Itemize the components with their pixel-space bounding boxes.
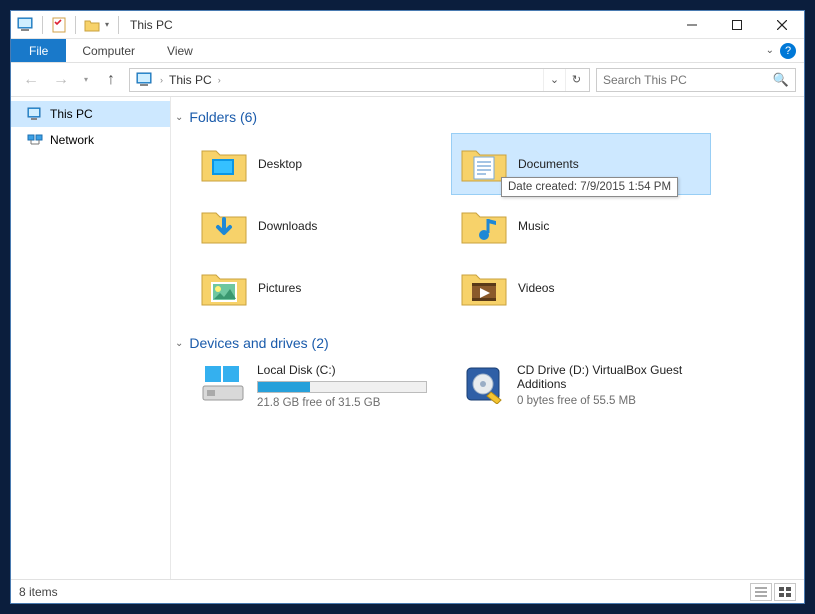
search-icon[interactable]: 🔍	[773, 72, 789, 88]
navigation-pane: This PC Network	[11, 97, 171, 579]
videos-folder-icon	[460, 267, 508, 309]
folder-label: Music	[518, 219, 549, 233]
folders-group: ⌄ Folders (6) Desktop Documents	[171, 105, 796, 319]
minimize-button[interactable]	[669, 11, 714, 39]
file-tab[interactable]: File	[11, 39, 66, 62]
chevron-down-icon: ⌄	[175, 112, 183, 123]
view-switcher	[750, 583, 796, 601]
separator	[75, 16, 76, 34]
help-icon[interactable]: ?	[780, 43, 796, 59]
status-text: 8 items	[19, 585, 58, 599]
capacity-bar	[257, 381, 427, 393]
address-bar[interactable]: › This PC › ⌄ ↻	[129, 68, 590, 92]
body: This PC Network ⌄ Folders (6)	[11, 97, 804, 579]
drive-info: Local Disk (C:) 21.8 GB free of 31.5 GB	[257, 363, 443, 409]
titlebar: ▾ This PC	[11, 11, 804, 39]
search-box[interactable]: 🔍	[596, 68, 796, 92]
drive-sublabel: 21.8 GB free of 31.5 GB	[257, 397, 443, 409]
expand-ribbon-icon[interactable]: ⌄	[766, 45, 774, 56]
music-folder-icon	[460, 205, 508, 247]
folders-group-header[interactable]: ⌄ Folders (6)	[171, 105, 796, 133]
folders-items: Desktop Documents Downloads	[171, 133, 796, 319]
history-dropdown-icon[interactable]: ▾	[79, 68, 93, 92]
downloads-folder-icon	[200, 205, 248, 247]
chevron-right-icon[interactable]: ›	[158, 75, 165, 85]
drive-label: CD Drive (D:) VirtualBox Guest Additions	[517, 363, 703, 391]
folder-label: Downloads	[258, 219, 317, 233]
up-button[interactable]: ↑	[99, 68, 123, 92]
folder-videos[interactable]: Videos	[451, 257, 711, 319]
folder-downloads[interactable]: Downloads	[191, 195, 451, 257]
close-button[interactable]	[759, 11, 804, 39]
computer-tab[interactable]: Computer	[66, 39, 151, 62]
drives-group-header[interactable]: ⌄ Devices and drives (2)	[171, 331, 796, 359]
window-controls	[669, 11, 804, 39]
explorer-window: ▾ This PC File Computer View ⌄ ? ← → ▾ ↑…	[10, 10, 805, 604]
chevron-right-icon[interactable]: ›	[216, 75, 223, 85]
tooltip: Date created: 7/9/2015 1:54 PM	[501, 177, 678, 197]
folder-label: Documents	[518, 157, 579, 171]
separator	[42, 16, 43, 34]
pc-icon	[27, 106, 43, 122]
drive-info: CD Drive (D:) VirtualBox Guest Additions…	[517, 363, 703, 409]
nav-item-label: Network	[50, 133, 94, 147]
content-area[interactable]: ⌄ Folders (6) Desktop Documents	[171, 97, 804, 579]
ribbon: File Computer View ⌄ ?	[11, 39, 804, 63]
chevron-down-icon: ⌄	[175, 338, 183, 349]
drives-group: ⌄ Devices and drives (2) Local Disk (C:)…	[171, 331, 796, 413]
drive-local-disk-c[interactable]: Local Disk (C:) 21.8 GB free of 31.5 GB	[191, 359, 451, 413]
folder-label: Videos	[518, 281, 554, 295]
properties-icon[interactable]	[50, 16, 68, 34]
desktop-folder-icon	[200, 143, 248, 185]
pc-icon	[135, 70, 155, 90]
maximize-button[interactable]	[714, 11, 759, 39]
nav-item-label: This PC	[50, 107, 93, 121]
group-title: Devices and drives (2)	[189, 335, 328, 351]
drive-cd-d[interactable]: CD Drive (D:) VirtualBox Guest Additions…	[451, 359, 711, 413]
nav-item-this-pc[interactable]: This PC	[11, 101, 170, 127]
breadcrumb[interactable]: This PC	[165, 73, 216, 87]
view-tab[interactable]: View	[151, 39, 209, 62]
statusbar: 8 items	[11, 579, 804, 603]
pictures-folder-icon	[200, 267, 248, 309]
qat-dropdown-icon[interactable]: ▾	[105, 20, 109, 29]
window-title: This PC	[122, 18, 173, 32]
network-icon	[27, 132, 43, 148]
new-folder-icon[interactable]	[83, 16, 101, 34]
drive-sublabel: 0 bytes free of 55.5 MB	[517, 395, 703, 407]
folder-label: Pictures	[258, 281, 301, 295]
quick-access-toolbar: ▾	[11, 16, 115, 34]
search-input[interactable]	[603, 73, 773, 87]
forward-button[interactable]: →	[49, 68, 73, 92]
cd-drive-icon	[459, 363, 507, 405]
large-icons-view-button[interactable]	[774, 583, 796, 601]
nav-item-network[interactable]: Network	[11, 127, 170, 153]
navbar: ← → ▾ ↑ › This PC › ⌄ ↻ 🔍	[11, 63, 804, 97]
folder-pictures[interactable]: Pictures	[191, 257, 451, 319]
refresh-button[interactable]: ↻	[565, 69, 587, 91]
drives-items: Local Disk (C:) 21.8 GB free of 31.5 GB …	[171, 359, 796, 413]
folder-desktop[interactable]: Desktop	[191, 133, 451, 195]
back-button[interactable]: ←	[19, 68, 43, 92]
details-view-button[interactable]	[750, 583, 772, 601]
separator	[118, 16, 119, 34]
drive-label: Local Disk (C:)	[257, 363, 443, 377]
ribbon-right: ⌄ ?	[766, 39, 804, 62]
group-title: Folders (6)	[189, 109, 257, 125]
folder-label: Desktop	[258, 157, 302, 171]
local-disk-icon	[199, 363, 247, 405]
pc-icon	[17, 16, 35, 34]
address-dropdown-icon[interactable]: ⌄	[543, 69, 565, 91]
folder-music[interactable]: Music	[451, 195, 711, 257]
